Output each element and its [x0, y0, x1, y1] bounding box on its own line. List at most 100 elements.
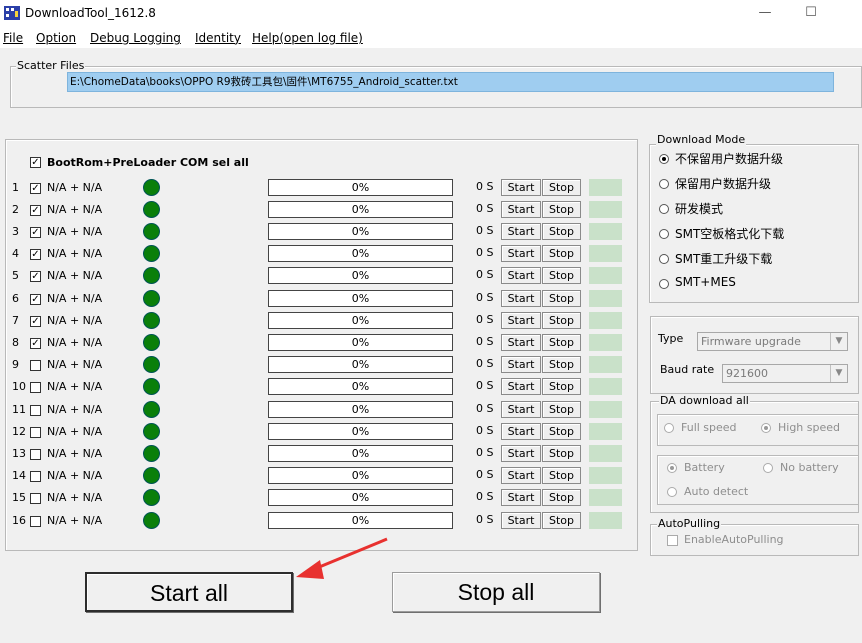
download-mode-radio[interactable]	[659, 254, 669, 264]
row-checkbox[interactable]: ✓	[30, 316, 41, 327]
type-select[interactable]: Firmware upgrade ▼	[697, 332, 848, 351]
auto-detect-radio[interactable]	[667, 487, 677, 497]
battery-radio[interactable]	[667, 463, 677, 473]
row-checkbox[interactable]	[30, 449, 41, 460]
menu-identity[interactable]: Identity	[195, 31, 241, 45]
download-mode-option-label: 研发模式	[675, 202, 724, 216]
row-number: 15	[12, 491, 26, 504]
row-checkbox[interactable]: ✓	[30, 271, 41, 282]
full-speed-label: Full speed	[681, 421, 737, 434]
enable-autopulling-checkbox[interactable]	[667, 535, 678, 546]
annotation-arrow-icon	[296, 537, 388, 579]
row-stop-button[interactable]: Stop	[542, 179, 581, 196]
device-name: N/A + N/A	[47, 514, 103, 527]
row-status-indicator	[589, 489, 622, 506]
download-mode-radio[interactable]	[659, 229, 669, 239]
row-checkbox[interactable]	[30, 360, 41, 371]
scatter-path-field[interactable]: E:\ChomeData\books\OPPO R9救砖工具包\固件\MT675…	[67, 72, 834, 92]
status-led-icon	[143, 467, 160, 484]
row-checkbox[interactable]: ✓	[30, 205, 41, 216]
row-checkbox[interactable]	[30, 493, 41, 504]
status-led-icon	[143, 423, 160, 440]
row-start-button[interactable]: Start	[501, 356, 541, 373]
device-name: N/A + N/A	[47, 314, 103, 327]
row-start-button[interactable]: Start	[501, 223, 541, 240]
row-checkbox[interactable]	[30, 382, 41, 393]
row-stop-button[interactable]: Stop	[542, 467, 581, 484]
status-led-icon	[143, 290, 160, 307]
download-mode-radio[interactable]	[659, 154, 669, 164]
progress-bar: 0%	[268, 512, 453, 529]
row-start-button[interactable]: Start	[501, 401, 541, 418]
row-stop-button[interactable]: Stop	[542, 489, 581, 506]
device-name: N/A + N/A	[47, 292, 103, 305]
download-mode-radio[interactable]	[659, 279, 669, 289]
progress-bar: 0%	[268, 467, 453, 484]
row-stop-button[interactable]: Stop	[542, 423, 581, 440]
row-start-button[interactable]: Start	[501, 245, 541, 262]
progress-bar: 0%	[268, 378, 453, 395]
row-checkbox[interactable]	[30, 405, 41, 416]
status-led-icon	[143, 223, 160, 240]
row-start-button[interactable]: Start	[501, 512, 541, 529]
elapsed-seconds: 0 S	[476, 513, 494, 526]
row-start-button[interactable]: Start	[501, 179, 541, 196]
row-checkbox[interactable]: ✓	[30, 227, 41, 238]
row-start-button[interactable]: Start	[501, 290, 541, 307]
row-start-button[interactable]: Start	[501, 334, 541, 351]
row-checkbox[interactable]: ✓	[30, 249, 41, 260]
row-stop-button[interactable]: Stop	[542, 356, 581, 373]
menu-debug-logging[interactable]: Debug Logging	[90, 31, 181, 45]
baud-rate-select[interactable]: 921600 ▼	[722, 364, 848, 383]
progress-bar: 0%	[268, 290, 453, 307]
row-stop-button[interactable]: Stop	[542, 445, 581, 462]
device-name: N/A + N/A	[47, 269, 103, 282]
row-stop-button[interactable]: Stop	[542, 245, 581, 262]
status-led-icon	[143, 489, 160, 506]
row-stop-button[interactable]: Stop	[542, 378, 581, 395]
row-start-button[interactable]: Start	[501, 467, 541, 484]
row-stop-button[interactable]: Stop	[542, 223, 581, 240]
no-battery-radio[interactable]	[763, 463, 773, 473]
row-start-button[interactable]: Start	[501, 267, 541, 284]
row-stop-button[interactable]: Stop	[542, 401, 581, 418]
download-mode-radio[interactable]	[659, 179, 669, 189]
row-checkbox[interactable]	[30, 516, 41, 527]
row-start-button[interactable]: Start	[501, 312, 541, 329]
minimize-button[interactable]: —	[742, 0, 788, 28]
row-checkbox[interactable]: ✓	[30, 294, 41, 305]
app-icon	[4, 6, 20, 20]
device-name: N/A + N/A	[47, 358, 103, 371]
row-stop-button[interactable]: Stop	[542, 512, 581, 529]
row-checkbox[interactable]: ✓	[30, 183, 41, 194]
row-start-button[interactable]: Start	[501, 378, 541, 395]
row-stop-button[interactable]: Stop	[542, 267, 581, 284]
row-stop-button[interactable]: Stop	[542, 290, 581, 307]
download-mode-option-label: SMT+MES	[675, 275, 736, 289]
row-checkbox[interactable]: ✓	[30, 338, 41, 349]
row-stop-button[interactable]: Stop	[542, 201, 581, 218]
row-checkbox[interactable]	[30, 427, 41, 438]
row-stop-button[interactable]: Stop	[542, 334, 581, 351]
high-speed-radio[interactable]	[761, 423, 771, 433]
menu-help[interactable]: Help(open log file)	[252, 31, 363, 45]
row-number: 12	[12, 425, 26, 438]
start-all-button[interactable]: Start all	[85, 572, 293, 612]
elapsed-seconds: 0 S	[476, 446, 494, 459]
menu-file[interactable]: File	[3, 31, 23, 45]
menu-option[interactable]: Option	[36, 31, 76, 45]
row-stop-button[interactable]: Stop	[542, 312, 581, 329]
row-start-button[interactable]: Start	[501, 489, 541, 506]
stop-all-button[interactable]: Stop all	[392, 572, 600, 612]
row-start-button[interactable]: Start	[501, 201, 541, 218]
elapsed-seconds: 0 S	[476, 379, 494, 392]
maximize-button[interactable]: ☐	[788, 0, 834, 28]
no-battery-label: No battery	[780, 461, 839, 474]
select-all-checkbox[interactable]: ✓	[30, 157, 41, 168]
row-start-button[interactable]: Start	[501, 445, 541, 462]
row-checkbox[interactable]	[30, 471, 41, 482]
row-start-button[interactable]: Start	[501, 423, 541, 440]
baud-rate-value: 921600	[726, 367, 768, 380]
full-speed-radio[interactable]	[664, 423, 674, 433]
download-mode-radio[interactable]	[659, 204, 669, 214]
